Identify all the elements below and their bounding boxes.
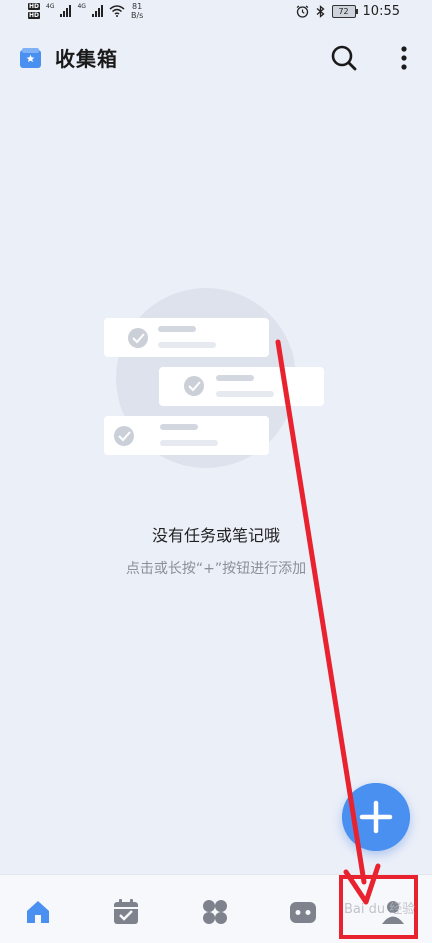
clock: 10:55 (362, 3, 400, 19)
status-bar: HD HD 4G 4G 81 B/s 72 10:55 (0, 0, 432, 22)
page-title: 收集箱 (55, 47, 118, 71)
illustration-card-2 (159, 367, 324, 406)
speed-value: 81 (132, 2, 143, 11)
alarm-icon (296, 5, 308, 18)
grid-icon (203, 900, 227, 924)
network-type-2: 4G (77, 3, 86, 10)
battery-icon: 72 (331, 4, 358, 18)
status-left-group: HD HD 4G 4G 81 B/s (28, 0, 143, 22)
empty-state-hint: 点击或长按“+”按钮进行添加 (125, 561, 307, 577)
wifi-icon (109, 5, 125, 17)
empty-state-title: 没有任务或笔记哦 (151, 526, 280, 545)
bluetooth-icon (316, 4, 325, 18)
home-icon (27, 901, 49, 923)
nav-item-profile[interactable] (378, 897, 408, 927)
nav-item-home[interactable] (23, 897, 53, 927)
hd-top-label: HD (28, 3, 41, 10)
bottom-nav (0, 874, 432, 943)
profile-icon (382, 901, 404, 924)
search-icon (331, 45, 357, 71)
illustration-card-3 (104, 416, 269, 455)
speed-unit: B/s (130, 11, 144, 20)
network-speed: 81 B/s (131, 2, 143, 20)
inbox-star-icon (20, 48, 41, 68)
hd-bottom-label: HD (28, 12, 41, 19)
hd-indicator: HD HD (28, 2, 41, 20)
network-type-1: 4G (46, 3, 55, 10)
empty-state-illustration (104, 288, 324, 468)
nav-item-apps[interactable] (200, 897, 230, 927)
search-button[interactable] (328, 42, 360, 74)
nav-item-assistant[interactable] (288, 897, 318, 927)
illustration-card-1 (104, 318, 269, 357)
robot-icon (290, 902, 316, 923)
app-header: 收集箱 (0, 30, 432, 86)
more-options-button[interactable] (394, 42, 414, 74)
add-button[interactable] (342, 783, 410, 851)
more-vertical-icon (401, 46, 407, 70)
status-right-group: 72 10:55 (296, 0, 400, 22)
signal-icon-2 (91, 5, 103, 17)
nav-item-calendar[interactable] (111, 897, 141, 927)
signal-icon-1 (60, 5, 72, 17)
calendar-check-icon (114, 899, 138, 924)
